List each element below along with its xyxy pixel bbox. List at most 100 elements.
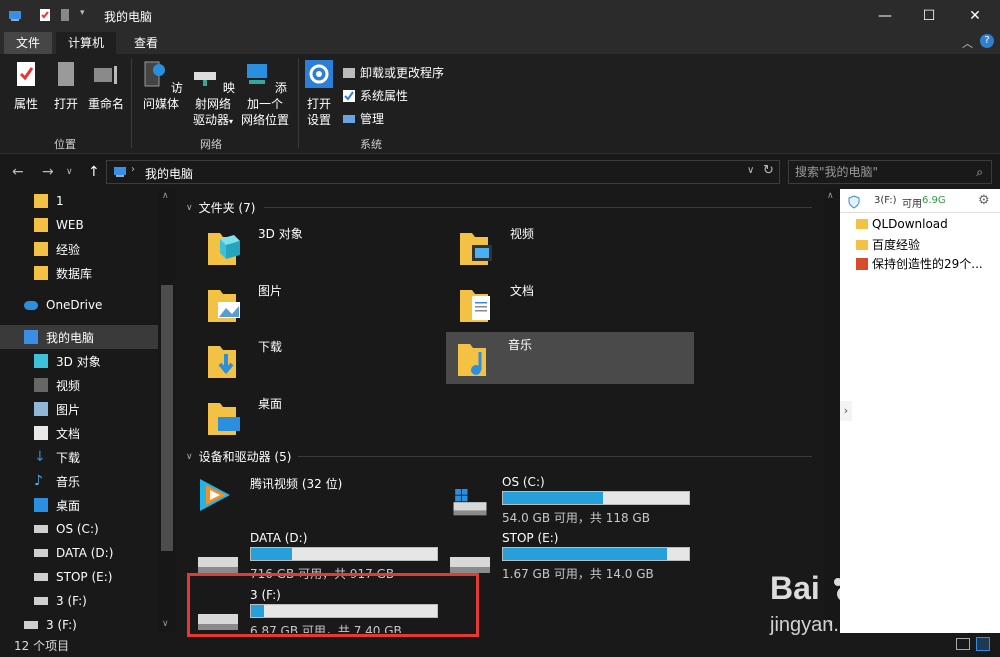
forward-arrow-icon[interactable]: →	[42, 164, 54, 180]
up-arrow-icon[interactable]: ↑	[88, 164, 100, 180]
address-bar[interactable]: › 我的电脑 ∨ ↻	[106, 160, 780, 184]
cloud-icon	[24, 300, 38, 310]
sidebar-item-pictures[interactable]: 图片	[0, 397, 158, 421]
open-button[interactable]: 打开	[50, 60, 82, 112]
folders-section-header[interactable]: ∨ 文件夹 (7)	[186, 199, 255, 216]
maximize-button[interactable]: ☐	[906, 0, 952, 32]
drives-section-header[interactable]: ∨ 设备和驱动器 (5)	[186, 448, 291, 465]
baidu-paw-icon	[834, 574, 858, 602]
sidebar-item-drive-c[interactable]: OS (C:)	[0, 517, 158, 541]
map-drive-button[interactable]: 映射网络 驱动器▾	[188, 60, 238, 130]
sidebar-item-drive-f[interactable]: 3 (F:)	[0, 589, 158, 613]
folder-name: 音乐	[508, 338, 533, 352]
open-icon	[58, 62, 74, 86]
sidebar-item-removable-f[interactable]: 3 (F:)	[0, 617, 158, 633]
folder-picture-icon	[208, 290, 240, 322]
drive-usage-bar	[502, 547, 690, 561]
close-button[interactable]: ✕	[952, 0, 998, 32]
folder-name: 视频	[510, 227, 535, 241]
recent-locations-icon[interactable]: ∨	[66, 167, 73, 177]
sidebar-item-documents[interactable]: 文档	[0, 421, 158, 445]
sidebar-item-this-pc[interactable]: 我的电脑	[0, 325, 158, 349]
sidebar-item-label: OneDrive	[46, 298, 103, 312]
sidebar-item-label: 下载	[56, 450, 81, 465]
sidebar-item-web[interactable]: WEB	[0, 213, 158, 237]
open-settings-button[interactable]: 打开 设置	[302, 60, 336, 128]
sidebar-scrollbar[interactable]: ∧ ∨	[158, 189, 176, 633]
quick-access-dropdown-icon[interactable]: ▾	[80, 8, 94, 22]
sidebar-item-drive-d[interactable]: DATA (D:)	[0, 541, 158, 565]
sidebar-item-desktop[interactable]: 桌面	[0, 493, 158, 517]
preview-item[interactable]: QLDownload	[856, 217, 948, 231]
drive-icon	[34, 597, 48, 605]
add-network-location-button[interactable]: 添加一个 网络位置	[240, 60, 290, 128]
breadcrumb[interactable]: 我的电脑	[145, 165, 193, 182]
sidebar-item-jingyan[interactable]: 经验	[0, 237, 158, 261]
new-folder-icon[interactable]	[58, 8, 72, 22]
manage-button[interactable]: 管理	[342, 110, 384, 127]
folder-pictures[interactable]: 图片	[196, 278, 444, 330]
uninstall-label: 卸载或更改程序	[360, 66, 445, 80]
address-dropdown-icon[interactable]: ∨	[747, 165, 754, 176]
watermark-brand-2: du	[860, 570, 900, 606]
back-arrow-icon[interactable]: ←	[12, 164, 24, 180]
properties-icon	[17, 62, 35, 86]
tab-file[interactable]: 文件	[4, 32, 53, 54]
preview-item[interactable]: 百度经验	[856, 236, 920, 253]
sidebar-item-label: 音乐	[56, 474, 81, 489]
drive-usage-bar	[502, 491, 690, 505]
folder-video-icon	[460, 233, 492, 265]
tab-view[interactable]: 查看	[122, 32, 170, 54]
access-media-button[interactable]: 访问媒体	[136, 60, 186, 112]
breadcrumb-chevron-icon[interactable]: ›	[131, 164, 135, 175]
preview-free-label: 可用	[902, 199, 922, 210]
tab-computer[interactable]: 计算机	[56, 32, 117, 54]
drive-usage-fill	[503, 492, 604, 504]
preview-item[interactable]: 保持创造性的29个...	[856, 255, 983, 272]
sidebar-scroll-thumb[interactable]	[161, 285, 173, 551]
sidebar-item-downloads[interactable]: ↓ 下载	[0, 445, 158, 469]
sidebar-item-onedrive[interactable]: OneDrive	[0, 293, 158, 317]
folder-music[interactable]: 音乐	[446, 332, 694, 384]
drive-name: STOP (E:)	[502, 531, 559, 545]
folder-name: 桌面	[258, 397, 283, 411]
sidebar-item-3d-objects[interactable]: 3D 对象	[0, 349, 158, 373]
sidebar-item-music[interactable]: ♪ 音乐	[0, 469, 158, 493]
expand-panel-chevron-icon[interactable]: ›	[840, 401, 852, 421]
folder-3d-objects[interactable]: 3D 对象	[196, 221, 444, 273]
computer-icon	[114, 167, 126, 177]
refresh-icon[interactable]: ↻	[763, 163, 774, 178]
uninstall-program-button[interactable]: 卸载或更改程序	[342, 64, 444, 81]
properties-button[interactable]: 属性	[8, 60, 44, 112]
powerpoint-file-icon	[856, 257, 868, 270]
properties-icon[interactable]	[38, 8, 52, 22]
folder-downloads[interactable]: 下载	[196, 334, 444, 386]
app-tencent-video[interactable]: 腾讯视频 (32 位)	[188, 475, 436, 531]
folder-videos[interactable]: 视频	[448, 221, 696, 273]
content-scrollbar[interactable]: ∧ ∨	[824, 189, 840, 633]
sidebar-item-label: 经验	[56, 242, 81, 257]
scroll-up-icon[interactable]: ∧	[162, 191, 169, 201]
system-properties-button[interactable]: 系统属性	[342, 87, 408, 104]
rename-button[interactable]: 重命名	[86, 60, 126, 112]
folder-desktop[interactable]: 桌面	[196, 391, 444, 443]
folders-section-title: 文件夹 (7)	[198, 201, 256, 215]
collapse-ribbon-icon[interactable]: ︿	[962, 35, 973, 51]
scroll-down-icon[interactable]: ∨	[162, 619, 169, 629]
folder-documents[interactable]: 文档	[448, 278, 696, 330]
sidebar-item-videos[interactable]: 视频	[0, 373, 158, 397]
minimize-button[interactable]: —	[862, 0, 908, 32]
folder-document-icon	[460, 290, 490, 322]
sidebar-item-drive-e[interactable]: STOP (E:)	[0, 565, 158, 589]
watermark-jingyan: 经验	[910, 580, 963, 610]
drive-c[interactable]: OS (C:) 54.0 GB 可用，共 118 GB	[440, 475, 690, 531]
sidebar-item-1[interactable]: 1	[0, 189, 158, 213]
scroll-up-icon[interactable]: ∧	[827, 191, 834, 201]
sidebar-item-database[interactable]: 数据库	[0, 261, 158, 285]
gear-icon[interactable]: ⚙	[978, 193, 990, 208]
search-input[interactable]: 搜索"我的电脑" ⌕	[788, 160, 992, 184]
help-icon[interactable]: ?	[980, 34, 994, 48]
uninstall-icon	[343, 67, 355, 78]
folder-icon	[34, 218, 48, 232]
sidebar-item-label: 桌面	[56, 498, 81, 513]
